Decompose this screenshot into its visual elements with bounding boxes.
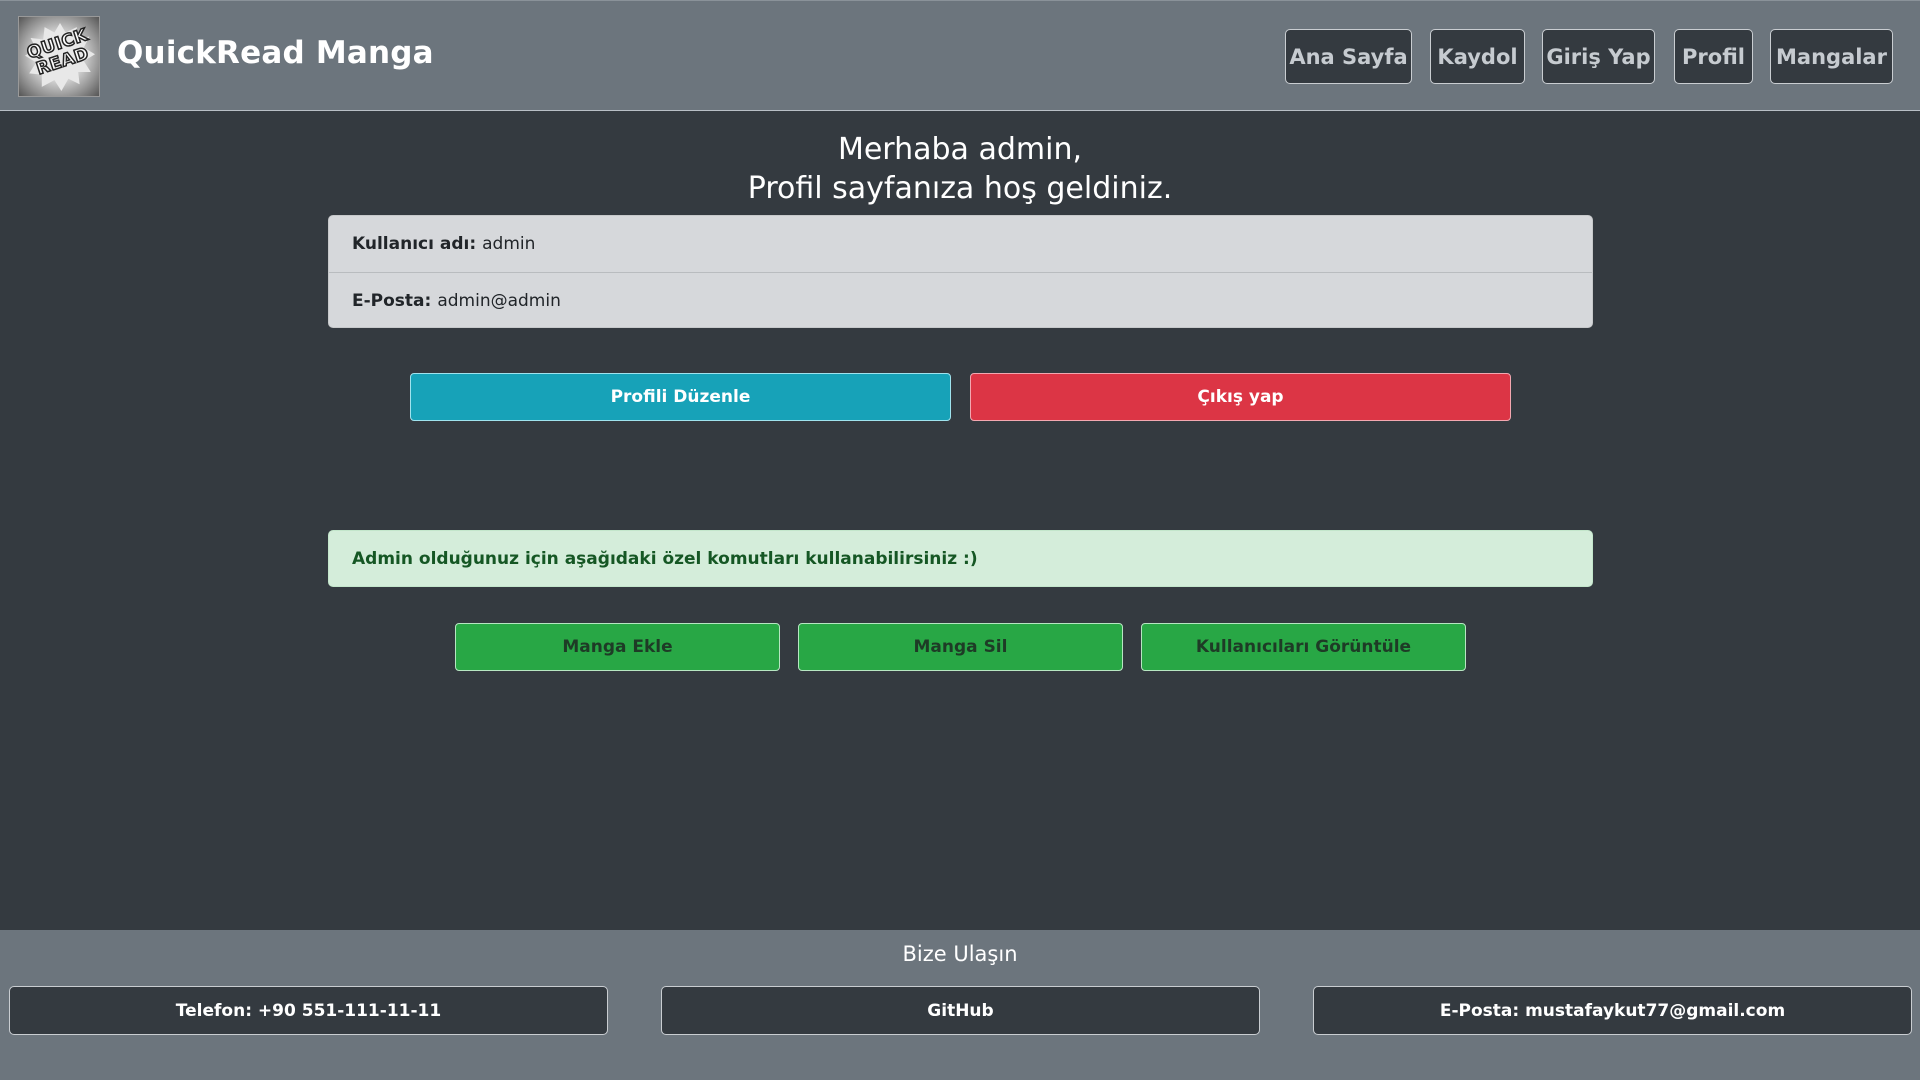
- welcome-line-1: Merhaba admin,: [837, 132, 1083, 167]
- email-label: E-Posta:: [352, 290, 432, 311]
- username-value: admin: [482, 234, 536, 254]
- footer-phone-button[interactable]: Telefon: +90 551-111-11-11: [9, 986, 608, 1035]
- nav-login-button[interactable]: Giriş Yap: [1542, 29, 1655, 84]
- page: QUICK READ QuickRead Manga Ana Sayfa Kay…: [0, 0, 1920, 1080]
- add-manga-button[interactable]: Manga Ekle: [455, 623, 780, 671]
- footer-github-button[interactable]: GitHub: [661, 986, 1260, 1035]
- footer-title: Bize Ulaşın: [902, 942, 1018, 966]
- welcome-line-2: Profil sayfanıza hoş geldiniz.: [747, 171, 1173, 206]
- footer-email-button[interactable]: E-Posta: mustafaykut77@gmail.com: [1313, 986, 1912, 1035]
- nav-profile-button[interactable]: Profil: [1674, 29, 1753, 84]
- email-row: E-Posta: admin@admin: [329, 272, 1592, 327]
- edit-profile-button[interactable]: Profili Düzenle: [410, 373, 951, 421]
- navbar: QUICK READ QuickRead Manga Ana Sayfa Kay…: [0, 0, 1920, 111]
- profile-info-list: Kullanıcı adı: admin E-Posta: admin@admi…: [328, 215, 1593, 328]
- logout-button[interactable]: Çıkış yap: [970, 373, 1511, 421]
- admin-alert: Admin olduğunuz için aşağıdaki özel komu…: [328, 530, 1593, 587]
- welcome-heading: Merhaba admin, Profil sayfanıza hoş geld…: [0, 130, 1920, 208]
- brand-name[interactable]: QuickRead Manga: [117, 35, 434, 71]
- email-value: admin@admin: [437, 290, 561, 311]
- username-row: Kullanıcı adı: admin: [329, 216, 1592, 272]
- nav-register-button[interactable]: Kaydol: [1430, 29, 1525, 84]
- nav-home-button[interactable]: Ana Sayfa: [1285, 29, 1412, 84]
- footer: Bize Ulaşın Telefon: +90 551-111-11-11 G…: [0, 930, 1920, 1080]
- username-label: Kullanıcı adı:: [352, 234, 477, 254]
- delete-manga-button[interactable]: Manga Sil: [798, 623, 1123, 671]
- nav-mangas-button[interactable]: Mangalar: [1770, 29, 1893, 84]
- logo[interactable]: QUICK READ: [18, 16, 100, 97]
- view-users-button[interactable]: Kullanıcıları Görüntüle: [1141, 623, 1466, 671]
